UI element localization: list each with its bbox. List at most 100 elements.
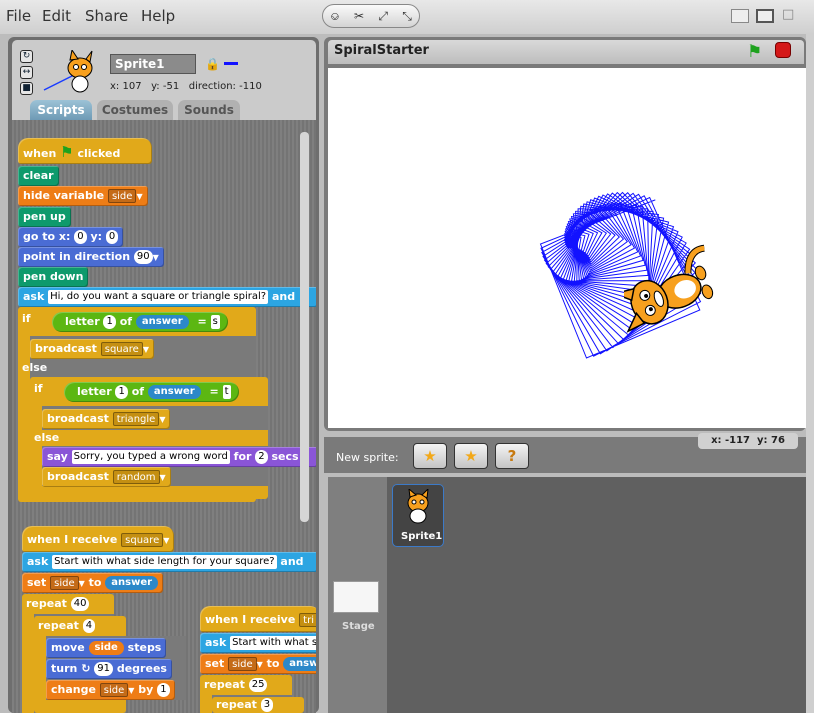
broadcast-block[interactable]: broadcast square ▼ [30, 339, 154, 359]
answer-reporter[interactable]: answ [283, 657, 316, 671]
pen-up-block[interactable]: pen up [18, 207, 71, 227]
menu-file[interactable]: File [6, 7, 31, 25]
presentation-mode-icon[interactable]: □ [782, 7, 800, 22]
letter-of-operator[interactable]: letter 1 of answer [60, 314, 194, 330]
ask-text-input[interactable]: Start with what s [230, 636, 316, 650]
letter-index-input[interactable]: 1 [115, 385, 128, 399]
answer-reporter[interactable]: answer [135, 315, 189, 329]
answer-reporter[interactable]: answer [147, 385, 201, 399]
repeat-count-input[interactable]: 3 [260, 698, 274, 712]
block-text: ask [27, 555, 49, 568]
block-text: broadcast [47, 470, 109, 483]
flip-style-icon[interactable]: ↔ [20, 66, 33, 79]
set-variable-block[interactable]: set side ▼ to answer [22, 573, 164, 593]
ask-text-input[interactable]: Start with what side length for your squ… [52, 555, 277, 569]
direction-input[interactable]: 90 [133, 250, 153, 264]
answer-reporter[interactable]: answer [105, 576, 159, 590]
shrink-icon[interactable]: ⤡ [402, 9, 412, 24]
else-label: else [34, 431, 60, 444]
equals-operator[interactable]: letter 1 of answer = s [52, 312, 228, 332]
broadcast-block[interactable]: broadcast triangle ▼ [42, 409, 171, 429]
message-dropdown[interactable]: random [112, 470, 160, 484]
set-variable-block[interactable]: set side ▼ to answ [200, 654, 316, 674]
x-input[interactable]: 0 [74, 230, 87, 244]
choose-sprite-button[interactable]: ★ [454, 443, 488, 469]
block-text: and [271, 290, 296, 303]
ask-block[interactable]: ask Start with what side length for your… [22, 552, 316, 572]
variable-dropdown[interactable]: side [107, 189, 137, 203]
small-stage-layout-icon[interactable] [731, 9, 749, 23]
block-text: degrees [116, 662, 167, 675]
go-to-xy-block[interactable]: go to x: 0 y: 0 [18, 227, 124, 247]
compare-input[interactable]: s [210, 315, 220, 329]
move-steps-block[interactable]: move side steps [46, 638, 167, 658]
tab-scripts[interactable]: Scripts [30, 100, 92, 120]
repeat-count-input[interactable]: 40 [70, 597, 90, 611]
block-text: of [119, 315, 133, 328]
ask-text-input[interactable]: Hi, do you want a square or triangle spi… [48, 290, 269, 304]
say-for-secs-block[interactable]: say Sorry, you typed a wrong word for 2 … [42, 447, 316, 467]
stop-icon[interactable] [775, 42, 791, 58]
equals-operator[interactable]: letter 1 of answer = t [64, 382, 239, 402]
letter-index-input[interactable]: 1 [103, 315, 116, 329]
stage-selector[interactable]: Stage [328, 477, 387, 713]
block-text: to [266, 657, 280, 670]
menu-help[interactable]: Help [141, 7, 175, 25]
random-sprite-button[interactable]: ? [495, 443, 529, 469]
scissors-icon[interactable]: ✂ [354, 9, 364, 23]
when-i-receive-block[interactable]: when I receive square ▼ [22, 526, 175, 552]
else-label: else [22, 361, 48, 374]
variable-dropdown[interactable]: side [50, 576, 79, 590]
change-variable-block[interactable]: change side ▼ by 1 [46, 680, 175, 700]
menu-bar: File Edit Share Help ⎉ ✂ ⤢ ⤡ □ [0, 0, 814, 34]
side-reporter[interactable]: side [88, 641, 124, 655]
ask-block[interactable]: ask Start with what s [200, 633, 316, 653]
paint-sprite-button[interactable]: ★ [413, 443, 447, 469]
point-in-direction-block[interactable]: point in direction 90 ▼ [18, 247, 164, 267]
green-flag-icon[interactable]: ⚑ [747, 42, 762, 62]
lock-icon[interactable]: 🔒 [205, 57, 220, 71]
when-i-receive-block[interactable]: when I receive tri [200, 606, 316, 632]
ask-block[interactable]: ask Hi, do you want a square or triangle… [18, 287, 316, 307]
letter-of-operator[interactable]: letter 1 of answer [72, 384, 206, 400]
repeat-count-input[interactable]: 25 [248, 678, 268, 692]
degrees-input[interactable]: 91 [94, 662, 113, 676]
rotate-style-icon[interactable]: ↻ [20, 50, 33, 63]
message-dropdown[interactable]: square [100, 342, 143, 356]
compare-input[interactable]: t [222, 385, 231, 399]
menu-share[interactable]: Share [85, 7, 128, 25]
clear-block[interactable]: clear [18, 166, 59, 186]
sprite1-thumbnail[interactable]: Sprite1 [392, 484, 444, 547]
message-dropdown[interactable]: triangle [112, 412, 160, 426]
cat-sprite[interactable] [624, 236, 720, 352]
variable-dropdown[interactable]: side [228, 657, 257, 671]
change-by-input[interactable]: 1 [157, 683, 170, 697]
block-text: repeat [216, 698, 257, 711]
scripts-area[interactable]: when ⚑ clicked clear hide variable side ▼… [12, 120, 316, 713]
when-flag-clicked-block[interactable]: when ⚑ clicked [18, 138, 152, 164]
stamp-icon[interactable]: ⎉ [330, 9, 340, 24]
normal-layout-icon[interactable] [756, 9, 774, 23]
tab-sounds[interactable]: Sounds [178, 100, 240, 120]
stage-thumbnail[interactable] [333, 581, 379, 613]
green-flag-icon: ⚑ [60, 143, 74, 161]
grow-icon[interactable]: ⤢ [378, 9, 388, 24]
sprite-name-field[interactable]: Sprite1 [110, 54, 196, 74]
hide-variable-block[interactable]: hide variable side ▼ [18, 186, 148, 206]
menu-edit[interactable]: Edit [42, 7, 71, 25]
broadcast-block[interactable]: broadcast random ▼ [42, 467, 171, 487]
no-rotate-icon[interactable]: ■ [20, 82, 33, 95]
say-text-input[interactable]: Sorry, you typed a wrong word [71, 450, 230, 464]
message-dropdown[interactable]: tri [299, 613, 316, 627]
pen-down-block[interactable]: pen down [18, 267, 89, 287]
message-dropdown[interactable]: square [121, 533, 164, 547]
repeat-count-input[interactable]: 4 [82, 619, 96, 633]
y-input[interactable]: 0 [105, 230, 119, 244]
secs-input[interactable]: 2 [255, 450, 268, 464]
block-text: by [138, 683, 154, 696]
stage-canvas[interactable] [328, 68, 806, 428]
turn-degrees-block[interactable]: turn ↻ 91 degrees [46, 659, 172, 679]
scripts-scrollbar[interactable] [300, 132, 309, 522]
tab-costumes[interactable]: Costumes [97, 100, 173, 120]
variable-dropdown[interactable]: side [99, 683, 129, 697]
